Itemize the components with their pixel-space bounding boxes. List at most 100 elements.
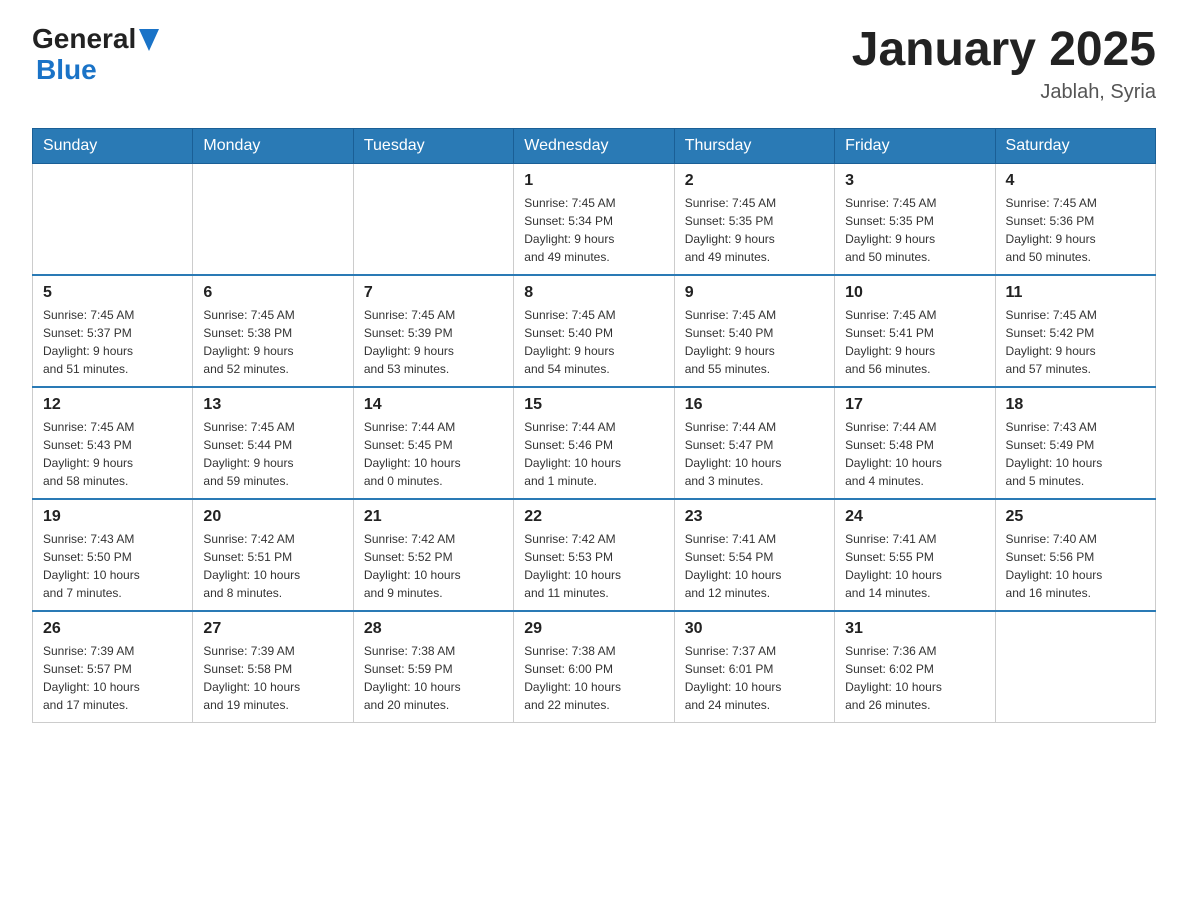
calendar-table: SundayMondayTuesdayWednesdayThursdayFrid…	[32, 128, 1156, 723]
day-info: Sunrise: 7:45 AM Sunset: 5:34 PM Dayligh…	[524, 194, 663, 266]
day-number: 17	[845, 396, 984, 414]
day-number: 19	[43, 508, 182, 526]
day-info: Sunrise: 7:45 AM Sunset: 5:41 PM Dayligh…	[845, 306, 984, 378]
day-info: Sunrise: 7:38 AM Sunset: 6:00 PM Dayligh…	[524, 642, 663, 714]
day-info: Sunrise: 7:45 AM Sunset: 5:42 PM Dayligh…	[1006, 306, 1145, 378]
page-header: General Blue January 2025 Jablah, Syria	[32, 24, 1156, 104]
day-number: 11	[1006, 284, 1145, 302]
calendar-cell: 2Sunrise: 7:45 AM Sunset: 5:35 PM Daylig…	[674, 163, 834, 275]
day-info: Sunrise: 7:45 AM Sunset: 5:38 PM Dayligh…	[203, 306, 342, 378]
day-number: 16	[685, 396, 824, 414]
day-info: Sunrise: 7:43 AM Sunset: 5:49 PM Dayligh…	[1006, 418, 1145, 490]
day-number: 9	[685, 284, 824, 302]
calendar-week-row: 19 Sunrise: 7:43 AM Sunset: 5:50 PM Dayli…	[33, 499, 1156, 611]
day-number: 12	[43, 396, 182, 414]
logo-text-general: General	[32, 24, 136, 55]
day-info: Sunrise: 7:42 AM Sunset: 5:53 PM Dayligh…	[524, 530, 663, 602]
day-number: 23	[685, 508, 824, 526]
calendar-week-row: 1 Sunrise: 7:45 AM Sunset: 5:34 PM Daylig…	[33, 163, 1156, 275]
day-info: Sunrise: 7:45 AM Sunset: 5:35 PM Dayligh…	[685, 194, 824, 266]
calendar-header-monday: Monday	[193, 128, 353, 163]
day-number: 26	[43, 620, 182, 638]
calendar-week-row: 12 Sunrise: 7:45 AM Sunset: 5:43 PM Dayli…	[33, 387, 1156, 499]
calendar-cell: 12 Sunrise: 7:45 AM Sunset: 5:43 PM Dayli…	[33, 387, 193, 499]
calendar-cell: 19 Sunrise: 7:43 AM Sunset: 5:50 PM Dayli…	[33, 499, 193, 611]
calendar-cell: 28Sunrise: 7:38 AM Sunset: 5:59 PM Dayli…	[353, 611, 513, 723]
calendar-cell: 30 Sunrise: 7:37 AM Sunset: 6:01 PM Dayli…	[674, 611, 834, 723]
day-number: 29	[524, 620, 663, 638]
day-number: 31	[845, 620, 984, 638]
day-info: Sunrise: 7:45 AM Sunset: 5:36 PM Dayligh…	[1006, 194, 1145, 266]
calendar-cell: 14 Sunrise: 7:44 AM Sunset: 5:45 PM Dayli…	[353, 387, 513, 499]
day-info: Sunrise: 7:45 AM Sunset: 5:43 PM Dayligh…	[43, 418, 182, 490]
day-info: Sunrise: 7:39 AM Sunset: 5:57 PM Dayligh…	[43, 642, 182, 714]
location: Jablah, Syria	[852, 81, 1156, 104]
calendar-week-row: 26 Sunrise: 7:39 AM Sunset: 5:57 PM Dayli…	[33, 611, 1156, 723]
day-info: Sunrise: 7:42 AM Sunset: 5:51 PM Dayligh…	[203, 530, 342, 602]
calendar-cell: 9Sunrise: 7:45 AM Sunset: 5:40 PM Daylig…	[674, 275, 834, 387]
calendar-cell: 10 Sunrise: 7:45 AM Sunset: 5:41 PM Dayli…	[835, 275, 995, 387]
day-info: Sunrise: 7:45 AM Sunset: 5:37 PM Dayligh…	[43, 306, 182, 378]
calendar-header-thursday: Thursday	[674, 128, 834, 163]
calendar-cell: 24Sunrise: 7:41 AM Sunset: 5:55 PM Dayli…	[835, 499, 995, 611]
day-number: 20	[203, 508, 342, 526]
day-number: 27	[203, 620, 342, 638]
calendar-cell: 21 Sunrise: 7:42 AM Sunset: 5:52 PM Dayli…	[353, 499, 513, 611]
day-number: 1	[524, 172, 663, 190]
calendar-cell: 15Sunrise: 7:44 AM Sunset: 5:46 PM Dayli…	[514, 387, 674, 499]
day-number: 5	[43, 284, 182, 302]
calendar-cell: 26 Sunrise: 7:39 AM Sunset: 5:57 PM Dayli…	[33, 611, 193, 723]
calendar-cell	[193, 163, 353, 275]
calendar-cell: 7 Sunrise: 7:45 AM Sunset: 5:39 PM Daylig…	[353, 275, 513, 387]
calendar-header-saturday: Saturday	[995, 128, 1155, 163]
day-number: 6	[203, 284, 342, 302]
calendar-cell: 6 Sunrise: 7:45 AM Sunset: 5:38 PM Daylig…	[193, 275, 353, 387]
calendar-cell: 20 Sunrise: 7:42 AM Sunset: 5:51 PM Dayli…	[193, 499, 353, 611]
day-info: Sunrise: 7:45 AM Sunset: 5:40 PM Dayligh…	[524, 306, 663, 378]
day-number: 21	[364, 508, 503, 526]
calendar-cell	[995, 611, 1155, 723]
calendar-cell: 11 Sunrise: 7:45 AM Sunset: 5:42 PM Dayli…	[995, 275, 1155, 387]
calendar-header-sunday: Sunday	[33, 128, 193, 163]
day-number: 14	[364, 396, 503, 414]
day-number: 18	[1006, 396, 1145, 414]
calendar-cell: 29 Sunrise: 7:38 AM Sunset: 6:00 PM Dayli…	[514, 611, 674, 723]
calendar-cell: 16 Sunrise: 7:44 AM Sunset: 5:47 PM Dayli…	[674, 387, 834, 499]
calendar-header-friday: Friday	[835, 128, 995, 163]
day-info: Sunrise: 7:44 AM Sunset: 5:48 PM Dayligh…	[845, 418, 984, 490]
day-number: 13	[203, 396, 342, 414]
day-number: 8	[524, 284, 663, 302]
day-info: Sunrise: 7:37 AM Sunset: 6:01 PM Dayligh…	[685, 642, 824, 714]
calendar-cell: 3 Sunrise: 7:45 AM Sunset: 5:35 PM Daylig…	[835, 163, 995, 275]
day-info: Sunrise: 7:44 AM Sunset: 5:47 PM Dayligh…	[685, 418, 824, 490]
day-number: 30	[685, 620, 824, 638]
day-info: Sunrise: 7:40 AM Sunset: 5:56 PM Dayligh…	[1006, 530, 1145, 602]
calendar-cell: 17 Sunrise: 7:44 AM Sunset: 5:48 PM Dayli…	[835, 387, 995, 499]
title-area: January 2025 Jablah, Syria	[852, 24, 1156, 104]
day-info: Sunrise: 7:43 AM Sunset: 5:50 PM Dayligh…	[43, 530, 182, 602]
day-info: Sunrise: 7:42 AM Sunset: 5:52 PM Dayligh…	[364, 530, 503, 602]
calendar-cell: 25 Sunrise: 7:40 AM Sunset: 5:56 PM Dayli…	[995, 499, 1155, 611]
day-info: Sunrise: 7:45 AM Sunset: 5:44 PM Dayligh…	[203, 418, 342, 490]
day-number: 4	[1006, 172, 1145, 190]
calendar-week-row: 5 Sunrise: 7:45 AM Sunset: 5:37 PM Daylig…	[33, 275, 1156, 387]
day-info: Sunrise: 7:45 AM Sunset: 5:35 PM Dayligh…	[845, 194, 984, 266]
day-info: Sunrise: 7:45 AM Sunset: 5:39 PM Dayligh…	[364, 306, 503, 378]
calendar-cell	[353, 163, 513, 275]
day-info: Sunrise: 7:38 AM Sunset: 5:59 PM Dayligh…	[364, 642, 503, 714]
day-number: 7	[364, 284, 503, 302]
calendar-cell: 31Sunrise: 7:36 AM Sunset: 6:02 PM Dayli…	[835, 611, 995, 723]
calendar-cell: 4 Sunrise: 7:45 AM Sunset: 5:36 PM Daylig…	[995, 163, 1155, 275]
calendar-cell: 22Sunrise: 7:42 AM Sunset: 5:53 PM Dayli…	[514, 499, 674, 611]
day-info: Sunrise: 7:44 AM Sunset: 5:45 PM Dayligh…	[364, 418, 503, 490]
day-info: Sunrise: 7:44 AM Sunset: 5:46 PM Dayligh…	[524, 418, 663, 490]
day-number: 25	[1006, 508, 1145, 526]
calendar-cell	[33, 163, 193, 275]
calendar-header-tuesday: Tuesday	[353, 128, 513, 163]
day-number: 10	[845, 284, 984, 302]
logo-text-blue: Blue	[36, 55, 159, 86]
day-info: Sunrise: 7:41 AM Sunset: 5:55 PM Dayligh…	[845, 530, 984, 602]
day-number: 3	[845, 172, 984, 190]
month-title: January 2025	[852, 24, 1156, 77]
calendar-header-wednesday: Wednesday	[514, 128, 674, 163]
